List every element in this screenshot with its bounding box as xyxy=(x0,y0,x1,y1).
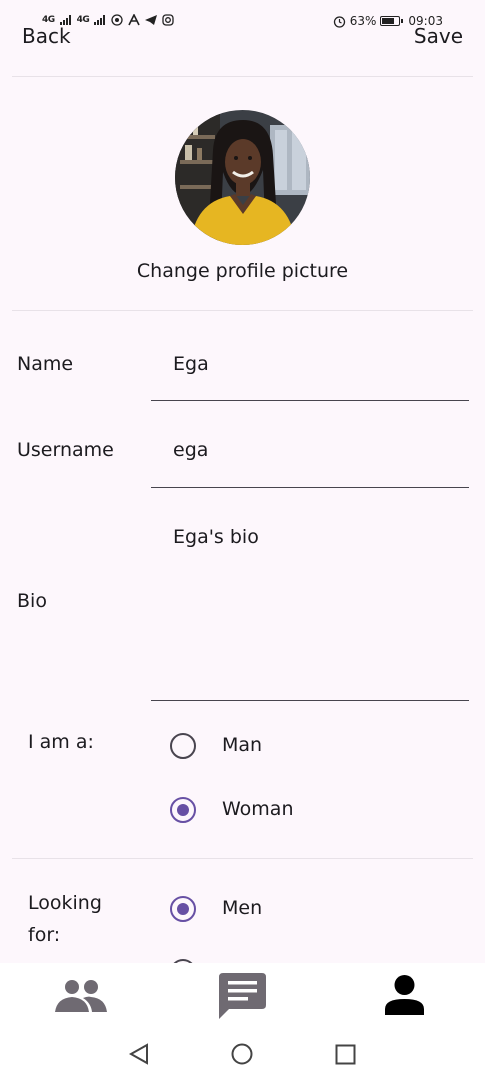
status-bar: 4G 4G 63% 09:03 xyxy=(0,0,485,30)
a-icon xyxy=(128,14,141,26)
signal-2-bars-icon xyxy=(94,15,106,25)
radio-woman-label[interactable]: Woman xyxy=(222,798,294,820)
recents-square-icon[interactable] xyxy=(335,1044,356,1065)
instagram-icon xyxy=(162,14,174,26)
battery-percent: 63% xyxy=(349,14,377,28)
gender-divider xyxy=(12,858,473,859)
gender-label: I am a: xyxy=(28,731,94,753)
chat-icon[interactable] xyxy=(219,973,266,1019)
username-input[interactable]: ega xyxy=(173,439,208,461)
looking-for-label-line2: for: xyxy=(28,924,61,946)
radio-men-label[interactable]: Men xyxy=(222,897,262,919)
hotspot-icon xyxy=(111,14,123,26)
bio-input-underline xyxy=(151,700,469,701)
battery-icon xyxy=(380,16,404,26)
username-input-underline xyxy=(151,487,469,488)
name-input-underline xyxy=(151,400,469,401)
battery-fill xyxy=(382,18,394,24)
header-divider xyxy=(12,76,473,77)
back-triangle-icon[interactable] xyxy=(128,1043,150,1065)
save-button[interactable]: Save xyxy=(414,24,463,48)
radio-man-label[interactable]: Man xyxy=(222,734,262,756)
people-icon[interactable] xyxy=(55,979,107,1013)
profile-divider xyxy=(12,310,473,311)
bottom-navigation xyxy=(0,963,485,1028)
profile-photo-image xyxy=(175,110,310,245)
looking-for-label-line1: Looking xyxy=(28,892,102,914)
home-circle-icon[interactable] xyxy=(231,1043,253,1065)
person-icon[interactable] xyxy=(385,975,424,1015)
radio-man[interactable] xyxy=(170,733,196,759)
name-label: Name xyxy=(17,353,74,375)
profile-avatar[interactable] xyxy=(175,110,310,245)
alarm-icon xyxy=(333,15,345,28)
name-input[interactable]: Ega xyxy=(173,353,209,375)
radio-woman[interactable] xyxy=(170,797,196,823)
back-button[interactable]: Back xyxy=(22,24,71,48)
bio-label: Bio xyxy=(17,590,47,612)
telegram-icon xyxy=(145,15,158,25)
bio-input[interactable]: Ega's bio xyxy=(173,526,259,548)
signal-2-label: 4G xyxy=(76,15,90,25)
change-profile-picture-link[interactable]: Change profile picture xyxy=(0,260,485,282)
username-label: Username xyxy=(17,439,114,461)
system-navigation-bar xyxy=(0,1028,485,1080)
radio-men[interactable] xyxy=(170,896,196,922)
